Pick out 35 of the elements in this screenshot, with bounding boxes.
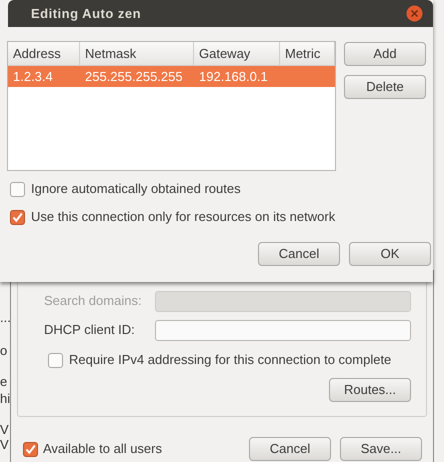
checkbox-label: Require IPv4 addressing for this connection to complete <box>69 351 392 370</box>
field-label: Search domains: <box>44 292 143 310</box>
text-fragment: V <box>0 437 10 452</box>
save-button[interactable]: Save... <box>340 437 422 461</box>
text-fragment: o <box>0 343 8 358</box>
checkbox[interactable] <box>10 210 25 224</box>
routes-button[interactable]: Routes... <box>329 378 411 402</box>
add-button[interactable]: Add <box>344 42 426 66</box>
checkbox-label: Use this connection only for resources on its network <box>31 208 336 226</box>
checkbox[interactable] <box>48 352 63 368</box>
checkbox-label: Ignore automatically obtained routes <box>31 180 241 198</box>
text-fragment: ... <box>0 310 10 325</box>
window-title: Editing Auto zen <box>31 4 142 23</box>
table-cell-text: 255.255.255.255 <box>85 68 183 86</box>
table-cell-text: 192.168.0.1 <box>199 68 268 86</box>
checkmark-icon <box>12 212 23 222</box>
delete-button[interactable]: Delete <box>344 75 426 99</box>
checkbox[interactable] <box>23 442 38 456</box>
text-fragment: e <box>0 374 8 389</box>
column-header[interactable]: Netmask <box>80 42 194 65</box>
checkbox[interactable] <box>10 182 25 196</box>
field-label: DHCP client ID: <box>44 321 136 340</box>
cancel-button[interactable]: Cancel <box>258 242 340 266</box>
ok-button[interactable]: OK <box>349 242 431 266</box>
column-header[interactable]: Metric <box>280 42 335 65</box>
column-header[interactable]: Gateway <box>194 42 280 65</box>
table-cell-text: 1.2.3.4 <box>13 68 53 86</box>
close-icon[interactable] <box>406 5 423 22</box>
text-fragment: hi <box>0 391 10 406</box>
checkbox-label: Available to all users <box>43 440 162 458</box>
column-header[interactable]: Address <box>8 42 80 65</box>
text-fragment: V <box>0 422 10 437</box>
checkmark-icon <box>25 444 36 454</box>
cancel-button[interactable]: Cancel <box>249 437 331 461</box>
text-field[interactable] <box>155 320 411 340</box>
